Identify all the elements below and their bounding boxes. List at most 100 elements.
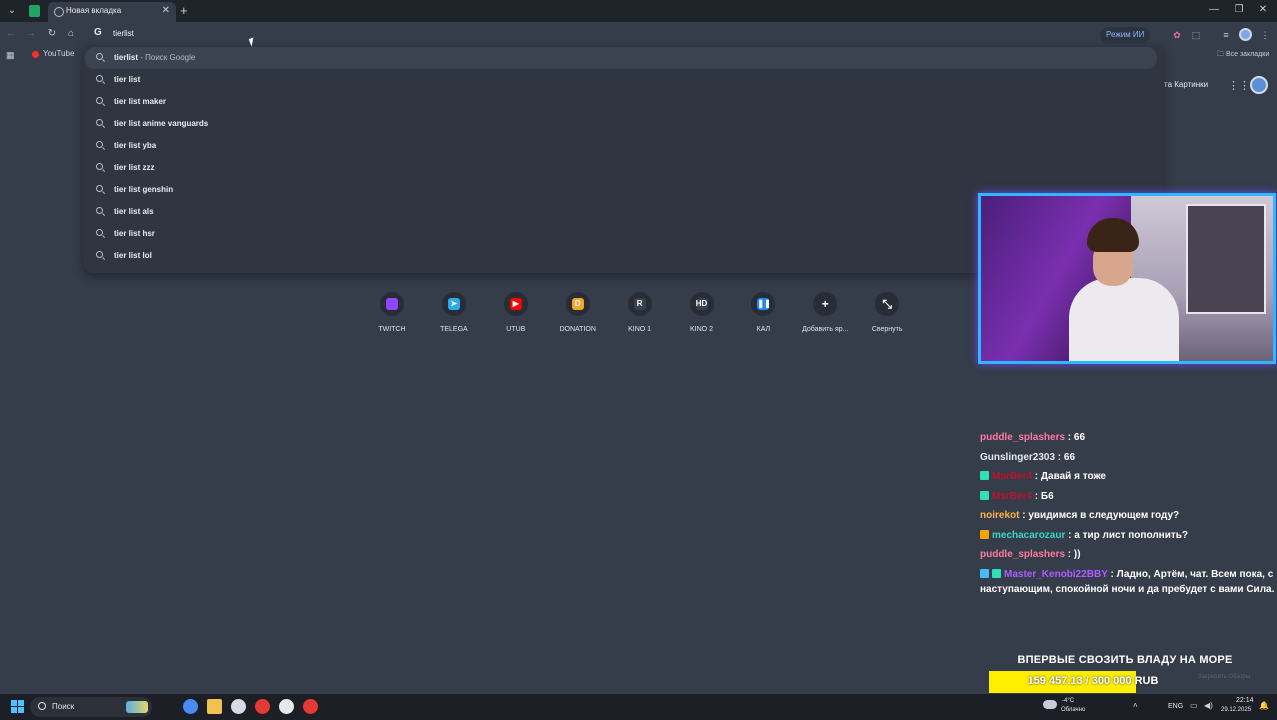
active-tab[interactable]: Новая вкладка ✕ bbox=[48, 2, 176, 22]
taskbar-app-explorer-icon[interactable] bbox=[207, 699, 222, 714]
chat-text: : Давай я тоже bbox=[1032, 471, 1106, 482]
suggestion-text: tier list zzz bbox=[114, 163, 154, 172]
taskbar-app-media-icon[interactable] bbox=[279, 699, 294, 714]
weather-temp[interactable]: -4°C bbox=[1062, 698, 1074, 704]
shortcut-tile[interactable]: ⤡ Свернуть bbox=[856, 290, 918, 338]
chat-text: : увидимся в следующем году? bbox=[1019, 510, 1180, 521]
new-tab-favicon-icon bbox=[54, 7, 64, 17]
shortcut-circle bbox=[380, 292, 404, 316]
goal-title: ВПЕРВЫЕ СВОЗИТЬ ВЛАДУ НА МОРЕ bbox=[1017, 654, 1233, 666]
ai-mode-label: Режим ИИ bbox=[1106, 30, 1145, 39]
omnibox-input[interactable]: tierlist bbox=[113, 29, 134, 38]
weather-condition[interactable]: Облачно bbox=[1061, 707, 1085, 713]
volume-icon[interactable]: ◀) bbox=[1204, 701, 1213, 710]
taskbar-app-telegram-like-icon[interactable] bbox=[303, 699, 318, 714]
webcam-shelf bbox=[1186, 204, 1266, 314]
search-icon bbox=[96, 141, 103, 148]
chat-message: MsrBer4 : Б6 bbox=[980, 489, 1277, 504]
shortcut-circle: HD bbox=[689, 292, 714, 316]
taskbar-search[interactable]: Поиск bbox=[30, 697, 152, 717]
shortcut-icon: ➤ bbox=[447, 298, 460, 310]
shortcut-icon: D bbox=[571, 298, 584, 310]
chat-nickname: Master_Kenobi22BBY bbox=[1004, 569, 1108, 580]
ai-mode-button[interactable]: Режим ИИ bbox=[1100, 27, 1151, 43]
notifications-icon[interactable]: 🔔 bbox=[1259, 701, 1269, 710]
suggestion-source: - Поиск Google bbox=[138, 53, 196, 62]
menu-kebab-icon[interactable]: ⋮ bbox=[1259, 29, 1271, 41]
extensions-puzzle-icon[interactable]: ⬚ bbox=[1190, 29, 1202, 41]
shortcut-tile[interactable]: TWITCH bbox=[361, 290, 423, 338]
suggestion-query: tier list yba bbox=[114, 141, 157, 150]
chat-badge-icon bbox=[992, 569, 1001, 578]
chat-message: noirekot : увидимся в следующем году? bbox=[980, 508, 1277, 523]
close-window-icon[interactable]: ✕ bbox=[1253, 4, 1273, 15]
home-icon[interactable]: ⌂ bbox=[64, 27, 78, 41]
search-icon bbox=[96, 97, 103, 104]
clock-time[interactable]: 22:14 bbox=[1236, 697, 1254, 704]
taskbar-app-chrome-icon[interactable] bbox=[183, 699, 198, 714]
google-top-links[interactable]: та Картинки bbox=[1164, 80, 1208, 89]
search-icon bbox=[96, 207, 103, 214]
new-tab-button[interactable]: + bbox=[180, 3, 188, 18]
shortcut-icon: R bbox=[633, 298, 646, 310]
windows-start-icon[interactable] bbox=[11, 700, 24, 713]
extension-icon[interactable]: ✿ bbox=[1171, 29, 1183, 41]
suggestion-text: tier list genshin bbox=[114, 185, 173, 194]
shortcut-tile[interactable]: ❚❚ КАЛ bbox=[732, 290, 794, 338]
suggestion-text: tier list hsr bbox=[114, 229, 155, 238]
profile-avatar[interactable] bbox=[1239, 28, 1252, 41]
suggestion-item[interactable]: tier list bbox=[85, 69, 1157, 91]
google-account-avatar[interactable] bbox=[1250, 76, 1268, 94]
all-bookmarks-button[interactable]: 🗀 Все закладки bbox=[1217, 50, 1269, 61]
shortcut-circle: ➤ bbox=[441, 292, 466, 316]
reload-icon[interactable]: ↻ bbox=[45, 27, 59, 41]
tray-overflow-icon[interactable]: ˄ bbox=[1133, 701, 1138, 710]
shortcut-tile[interactable]: R KINO 1 bbox=[609, 290, 671, 338]
language-indicator[interactable]: ENG bbox=[1168, 703, 1183, 710]
tab-strip: ⌄ Новая вкладка ✕ + — ❐ ✕ bbox=[0, 0, 1277, 22]
taskbar-app-opera-like-icon[interactable] bbox=[255, 699, 270, 714]
taskbar-app-app-circle-icon[interactable] bbox=[231, 699, 246, 714]
back-icon[interactable]: ← bbox=[4, 27, 18, 41]
apps-grid-icon[interactable]: ▦ bbox=[6, 50, 15, 61]
shortcut-tile[interactable]: ➤ TELEGA bbox=[423, 290, 485, 338]
shortcut-icon: + bbox=[821, 297, 829, 311]
minimize-icon[interactable]: — bbox=[1204, 4, 1224, 15]
shortcut-tile[interactable]: HD KINO 2 bbox=[671, 290, 733, 338]
suggestion-query: tier list anime vanguards bbox=[114, 119, 209, 128]
chat-message: puddle_splashers : 66 bbox=[980, 430, 1277, 445]
suggestion-text: tier list yba bbox=[114, 141, 156, 150]
chat-nickname: Gunslinger2303 bbox=[980, 452, 1056, 463]
suggestion-text: tier list als bbox=[114, 207, 154, 216]
pinned-tab-sheets[interactable] bbox=[26, 3, 46, 19]
suggestion-item[interactable]: tier list maker bbox=[85, 91, 1157, 113]
chat-badge-icon bbox=[980, 569, 989, 578]
tab-search-chevron-icon[interactable]: ⌄ bbox=[4, 4, 20, 18]
network-icon[interactable]: ▭ bbox=[1190, 701, 1198, 710]
shortcut-tile[interactable]: + Добавить яр... bbox=[794, 290, 856, 338]
youtube-icon bbox=[32, 51, 39, 58]
shortcut-tile[interactable]: D DONATION bbox=[547, 290, 609, 338]
suggestion-text: tierlist - Поиск Google bbox=[114, 53, 195, 62]
clock-date[interactable]: 29.12.2025 bbox=[1221, 707, 1251, 713]
suggestion-item[interactable]: tier list anime vanguards bbox=[85, 113, 1157, 135]
suggestion-item[interactable]: tier list zzz bbox=[85, 157, 1157, 179]
suggestion-item[interactable]: tier list yba bbox=[85, 135, 1157, 157]
shortcut-label: TELEGA bbox=[440, 326, 468, 333]
media-controls-icon[interactable]: ≡ bbox=[1220, 29, 1232, 41]
all-bookmarks-label: Все закладки bbox=[1225, 51, 1270, 58]
shortcut-tile[interactable]: ▶ UTUB bbox=[485, 290, 547, 338]
suggestion-item[interactable]: tierlist - Поиск Google bbox=[85, 47, 1157, 69]
forward-icon[interactable]: → bbox=[24, 27, 38, 41]
sheets-icon bbox=[29, 5, 40, 17]
omnibox[interactable]: G tierlist bbox=[88, 23, 1158, 45]
taskbar-search-label: Поиск bbox=[52, 702, 75, 711]
chat-nickname: puddle_splashers bbox=[980, 432, 1066, 443]
suggestion-query: tier list genshin bbox=[114, 185, 174, 194]
maximize-icon[interactable]: ❐ bbox=[1229, 4, 1249, 15]
cloud-icon[interactable] bbox=[1043, 700, 1057, 709]
search-icon bbox=[96, 163, 103, 170]
tab-close-icon[interactable]: ✕ bbox=[162, 5, 170, 16]
search-icon bbox=[96, 229, 103, 236]
chat-message: puddle_splashers : )) bbox=[980, 547, 1277, 562]
